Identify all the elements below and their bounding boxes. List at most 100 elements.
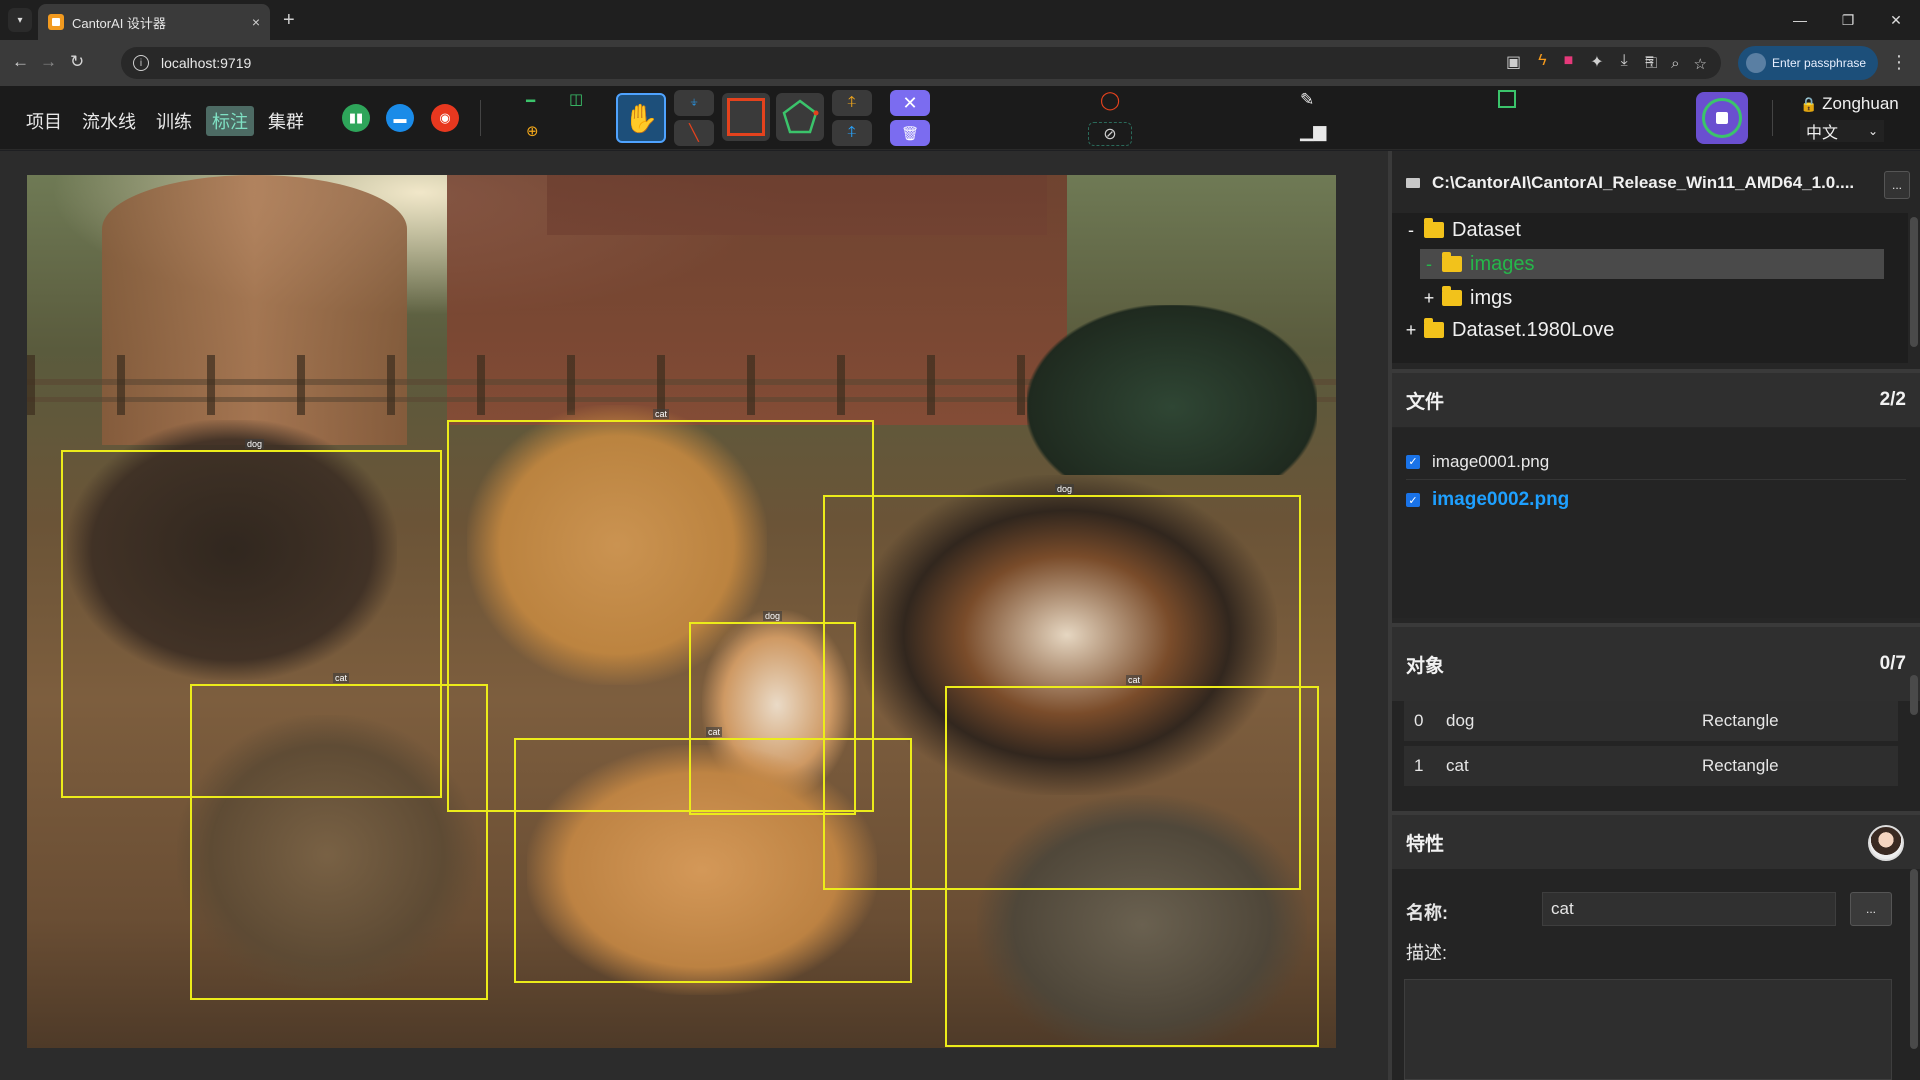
mirror-icon[interactable]: ◫: [569, 90, 583, 108]
properties-scrollbar[interactable]: [1910, 869, 1918, 1049]
folder-small-icon: [1406, 178, 1420, 188]
media-icon[interactable]: ≡: [1645, 52, 1654, 72]
line-tool[interactable]: ╲: [674, 120, 714, 146]
expand-toggle[interactable]: +: [1402, 320, 1420, 341]
new-tab-button[interactable]: +: [283, 9, 295, 32]
record-button[interactable]: [1696, 92, 1748, 144]
files-header: 文件 2/2: [1392, 373, 1920, 427]
checkbox-checked-icon[interactable]: ✓: [1406, 454, 1420, 469]
rectangle-tool[interactable]: [722, 93, 770, 141]
object-name: cat: [1446, 756, 1469, 775]
extension-icons: ▣ ϟ ■ ✦ ⤓ ≡: [1506, 52, 1654, 72]
name-more-button[interactable]: ...: [1850, 892, 1892, 926]
hand-tool-button[interactable]: ✋: [616, 93, 666, 143]
passphrase-label: Enter passphrase: [1772, 56, 1867, 70]
farm-animals-photo[interactable]: dog cat dog dog cat cat cat: [27, 175, 1336, 1048]
box-label: dog: [763, 611, 783, 621]
close-window-button[interactable]: ✕: [1872, 0, 1920, 40]
forward-arrow-icon[interactable]: →: [40, 52, 57, 72]
main-nav: 项目 流水线 训练 标注 集群: [20, 106, 310, 136]
chat-icon[interactable]: ▬: [386, 104, 414, 132]
site-info-icon[interactable]: i: [133, 55, 149, 71]
green-square-icon[interactable]: [1498, 90, 1516, 108]
tree-node-dataset-1980love[interactable]: + Dataset.1980Love: [1402, 315, 1614, 345]
passphrase-button[interactable]: Enter passphrase: [1738, 46, 1878, 80]
language-select[interactable]: 中文 ⌄: [1800, 120, 1884, 142]
box-label: dog: [1055, 484, 1075, 494]
collapse-toggle[interactable]: -: [1402, 220, 1420, 241]
reload-icon[interactable]: ↻: [70, 52, 84, 72]
star-icon[interactable]: ☆: [1694, 55, 1707, 73]
nav-project[interactable]: 项目: [20, 106, 68, 136]
description-textarea[interactable]: [1404, 979, 1892, 1080]
visibility-toggle[interactable]: ⊘: [1088, 122, 1132, 146]
annotation-canvas[interactable]: dog cat dog dog cat cat cat: [0, 151, 1388, 1080]
crosshair-add-icon[interactable]: ⊕: [526, 122, 539, 140]
nav-pipeline[interactable]: 流水线: [76, 106, 142, 136]
url-input[interactable]: i localhost:9719 ⚿ ⌕ ☆: [121, 47, 1721, 79]
collapse-toggle[interactable]: -: [1420, 254, 1438, 275]
tree-scrollbar[interactable]: [1910, 217, 1918, 347]
browse-path-button[interactable]: ...: [1884, 171, 1910, 199]
help-lifebuoy-icon[interactable]: ◉: [431, 104, 459, 132]
zoom-icon[interactable]: ⌕: [1671, 55, 1679, 73]
name-value: cat: [1551, 899, 1574, 918]
chevron-down-icon: ⌄: [1867, 124, 1878, 138]
polygon-icon: [782, 99, 819, 134]
app-favicon-icon: [48, 14, 64, 30]
tree-node-images[interactable]: - images: [1420, 249, 1884, 279]
notion-extension-icon[interactable]: ▣: [1506, 52, 1521, 72]
minimize-button[interactable]: —: [1776, 0, 1824, 40]
polygon-tool[interactable]: [776, 93, 824, 141]
assistant-avatar[interactable]: [1868, 825, 1904, 861]
slash-icon: ╲: [689, 125, 699, 142]
bounding-box[interactable]: [190, 684, 488, 1000]
tree-node-dataset[interactable]: - Dataset: [1402, 215, 1521, 245]
name-input[interactable]: cat: [1542, 892, 1836, 926]
object-type: Rectangle: [1702, 711, 1779, 730]
tree-node-imgs[interactable]: + imgs: [1420, 283, 1512, 313]
objects-scrollbar[interactable]: [1910, 675, 1918, 715]
tab-title: CantorAI 设计器: [72, 15, 166, 31]
pencil-icon[interactable]: ✎: [1300, 90, 1314, 110]
translate-extension-icon[interactable]: ■: [1564, 52, 1574, 72]
toolbar-divider: [1772, 100, 1773, 136]
description-label: 描述:: [1406, 943, 1448, 963]
bounding-box[interactable]: [514, 738, 912, 983]
stats-icon[interactable]: ▮▮: [342, 104, 370, 132]
point-up-icon: ⍏: [847, 94, 857, 111]
bounding-box[interactable]: [945, 686, 1319, 1047]
keypoint-tool[interactable]: ⍏: [832, 90, 872, 116]
bolt-extension-icon[interactable]: ϟ: [1538, 52, 1546, 72]
object-row[interactable]: 0 dog Rectangle: [1404, 701, 1898, 741]
back-arrow-icon[interactable]: ←: [12, 52, 29, 72]
red-ring-icon[interactable]: ◯: [1100, 90, 1120, 111]
chevron-down-icon: ▾: [17, 14, 23, 26]
user-name[interactable]: 🔒 Zonghuan: [1800, 94, 1899, 114]
tab-close-icon[interactable]: ×: [252, 14, 260, 30]
nav-annotation[interactable]: 标注: [206, 106, 254, 136]
tab-search-button[interactable]: ▾: [8, 8, 32, 32]
file-row[interactable]: ✓ image0001.png: [1406, 444, 1906, 480]
bar-chart-icon[interactable]: ▁▆: [1300, 122, 1326, 142]
tree-node-label: imgs: [1470, 286, 1513, 309]
download-icon[interactable]: ⤓: [1621, 52, 1628, 72]
folder-icon: [1424, 218, 1444, 238]
file-row-selected[interactable]: ✓ image0002.png: [1406, 482, 1906, 518]
browser-tab[interactable]: CantorAI 设计器 ×: [38, 4, 270, 40]
clear-button[interactable]: ✕: [890, 90, 930, 116]
delete-button[interactable]: 🗑: [890, 120, 930, 146]
line-icon[interactable]: ━: [526, 92, 535, 110]
checkbox-checked-icon[interactable]: ✓: [1406, 493, 1420, 507]
browser-menu-icon[interactable]: ⋮: [1890, 52, 1908, 73]
object-row[interactable]: 1 cat Rectangle: [1404, 746, 1898, 786]
point-down-tool[interactable]: ⍖: [674, 90, 714, 116]
keypoint-alt-tool[interactable]: ⍏: [832, 120, 872, 146]
restore-button[interactable]: ❐: [1824, 0, 1872, 40]
object-index: 0: [1414, 711, 1424, 730]
objects-title: 对象: [1406, 655, 1445, 677]
nav-cluster[interactable]: 集群: [262, 106, 310, 136]
expand-toggle[interactable]: +: [1420, 288, 1438, 309]
puzzle-extension-icon[interactable]: ✦: [1590, 52, 1603, 72]
nav-training[interactable]: 训练: [150, 106, 198, 136]
